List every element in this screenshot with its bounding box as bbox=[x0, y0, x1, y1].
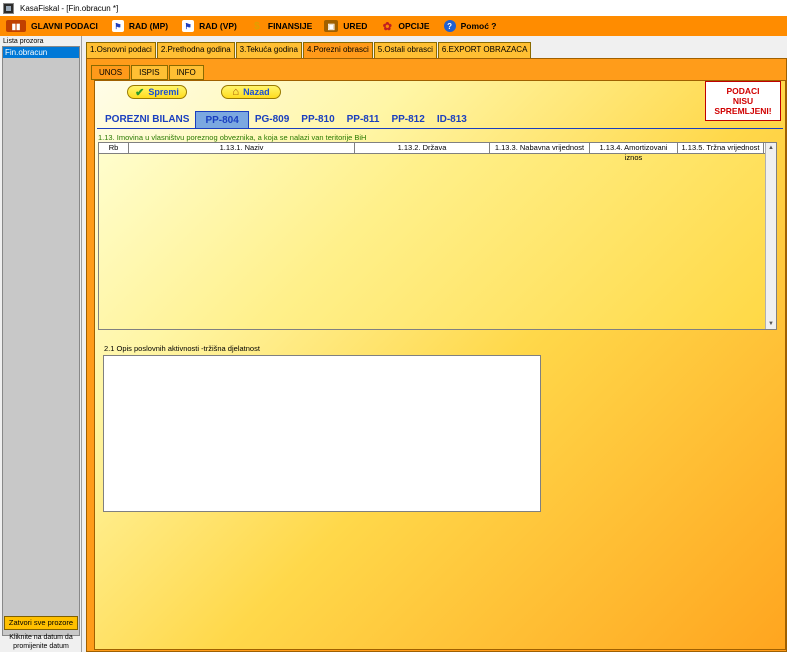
tab-tekuca-godina[interactable]: 3.Tekuća godina bbox=[235, 42, 302, 58]
tab-unos[interactable]: UNOS bbox=[91, 65, 131, 80]
save-button-label: Spremi bbox=[148, 87, 179, 97]
app-icon bbox=[3, 2, 14, 14]
title-bar: KasaFiskal - [Fin.obracun *] bbox=[0, 0, 787, 16]
porezni-obrasci-panel: UNOS ISPIS INFO ✔ Spremi ⌂ Nazad PODACI … bbox=[86, 58, 787, 652]
unos-panel: ✔ Spremi ⌂ Nazad PODACI NISU SPREMLJENI!… bbox=[94, 80, 786, 650]
warning-line: PODACI bbox=[726, 86, 760, 96]
checkmark-icon: ✔ bbox=[135, 86, 145, 99]
column-header-trzna-vrijednost[interactable]: 1.13.5. Tržna vrijednost bbox=[678, 143, 764, 153]
menu-rad-mp[interactable]: ⚑ RAD (MP) bbox=[108, 16, 172, 36]
menu-opcije[interactable]: ✿ OPCIJE bbox=[377, 16, 433, 36]
form-tabs: POREZNI BILANS PP-804 PG-809 PP-810 PP-8… bbox=[99, 111, 473, 128]
tab-ostali-obrasci[interactable]: 5.Ostali obrasci bbox=[373, 42, 437, 58]
window-list-header: Lista prozora bbox=[3, 38, 44, 45]
tab-ispis[interactable]: ISPIS bbox=[131, 65, 168, 80]
menu-label: URED bbox=[343, 21, 368, 31]
flag-icon: ⚑ bbox=[111, 20, 124, 32]
menu-glavni-podaci[interactable]: ▮▮ GLAVNI PODACI bbox=[2, 16, 102, 36]
inner-tabs: UNOS ISPIS INFO bbox=[91, 65, 205, 80]
menu-label: Pomoć ? bbox=[460, 21, 497, 31]
back-button[interactable]: ⌂ Nazad bbox=[221, 85, 281, 99]
main-content: 1.Osnovni podaci 2.Prethodna godina 3.Te… bbox=[84, 36, 787, 652]
menu-label: RAD (VP) bbox=[199, 21, 237, 31]
save-button[interactable]: ✔ Spremi bbox=[127, 85, 187, 99]
tab-pp-810[interactable]: PP-810 bbox=[295, 111, 340, 128]
tab-pg-809[interactable]: PG-809 bbox=[249, 111, 295, 128]
tab-info[interactable]: INFO bbox=[168, 65, 204, 80]
tab-id-813[interactable]: ID-813 bbox=[431, 111, 473, 128]
menu-finansije[interactable]: $ FINANSIJE bbox=[247, 16, 316, 36]
scroll-down-icon[interactable]: ▼ bbox=[766, 319, 776, 329]
grid-scrollbar[interactable]: ▲ ▼ bbox=[765, 143, 776, 329]
tab-porezni-bilans[interactable]: POREZNI BILANS bbox=[99, 111, 195, 128]
flag-icon: ⚑ bbox=[182, 20, 195, 32]
tab-pp-811[interactable]: PP-811 bbox=[341, 111, 386, 128]
column-header-nabavna-vrijednost[interactable]: 1.13.3. Nabavna vrijednost bbox=[490, 143, 590, 153]
window-list-item[interactable]: Fin.obracun bbox=[3, 47, 79, 58]
menu-bar: ▮▮ GLAVNI PODACI ⚑ RAD (MP) ⚑ RAD (VP) $… bbox=[0, 16, 787, 36]
menu-label: FINANSIJE bbox=[267, 21, 313, 31]
money-icon: $ bbox=[254, 20, 260, 32]
tab-pp-812[interactable]: PP-812 bbox=[385, 111, 430, 128]
warning-line: NISU bbox=[732, 96, 754, 106]
top-tabs: 1.Osnovni podaci 2.Prethodna godina 3.Te… bbox=[86, 42, 532, 58]
window-list-sidebar: Lista prozora Fin.obracun Zatvori sve pr… bbox=[0, 36, 82, 652]
menu-ured[interactable]: ▣ URED bbox=[320, 16, 371, 36]
window-list[interactable]: Fin.obracun bbox=[2, 46, 80, 636]
column-header-rb[interactable]: Rb bbox=[99, 143, 129, 153]
grid-header: Rb 1.13.1. Naziv 1.13.2. Država 1.13.3. … bbox=[99, 143, 776, 162]
date-hint[interactable]: Kliknite na datum da promijenite datum bbox=[2, 633, 80, 651]
tab-osnovni-podaci[interactable]: 1.Osnovni podaci bbox=[86, 42, 156, 58]
help-icon: ? bbox=[443, 20, 456, 32]
tab-pp-804[interactable]: PP-804 bbox=[195, 111, 249, 128]
form-tab-divider bbox=[97, 128, 783, 129]
gear-icon: ✿ bbox=[382, 20, 392, 33]
opis-aktivnosti-textarea[interactable] bbox=[103, 355, 541, 512]
column-header-drzava[interactable]: 1.13.2. Država bbox=[355, 143, 490, 153]
column-header-naziv[interactable]: 1.13.1. Naziv bbox=[129, 143, 355, 153]
tab-prethodna-godina[interactable]: 2.Prethodna godina bbox=[156, 42, 235, 58]
section-2-1-label: 2.1 Opis poslovnih aktivnosti -tržišna d… bbox=[104, 344, 260, 353]
tab-export-obrazaca[interactable]: 6.EXPORT OBRAZACA bbox=[437, 42, 532, 58]
menu-label: RAD (MP) bbox=[128, 21, 169, 31]
unsaved-warning: PODACI NISU SPREMLJENI! bbox=[705, 81, 781, 121]
section-1-13-label: 1.13. Imovina u vlasništvu poreznog obve… bbox=[98, 133, 367, 142]
menu-rad-vp[interactable]: ⚑ RAD (VP) bbox=[178, 16, 241, 36]
scroll-up-icon[interactable]: ▲ bbox=[766, 143, 776, 153]
menu-label: OPCIJE bbox=[398, 21, 430, 31]
imovina-grid[interactable]: Rb 1.13.1. Naziv 1.13.2. Država 1.13.3. … bbox=[98, 142, 777, 330]
close-all-windows-button[interactable]: Zatvori sve prozore bbox=[4, 616, 78, 630]
back-button-label: Nazad bbox=[243, 87, 270, 97]
window-title: KasaFiskal - [Fin.obracun *] bbox=[20, 3, 119, 13]
box-icon: ▣ bbox=[324, 20, 339, 32]
menu-pomoc[interactable]: ? Pomoć ? bbox=[440, 16, 501, 36]
book-icon: ▮▮ bbox=[6, 20, 26, 32]
warning-line: SPREMLJENI! bbox=[714, 106, 772, 116]
tab-porezni-obrasci[interactable]: 4.Porezni obrasci bbox=[302, 42, 373, 58]
menu-label: GLAVNI PODACI bbox=[31, 21, 98, 31]
column-header-amortizovani-iznos[interactable]: 1.13.4. Amortizovani iznos bbox=[590, 143, 678, 162]
home-icon: ⌂ bbox=[232, 86, 240, 98]
